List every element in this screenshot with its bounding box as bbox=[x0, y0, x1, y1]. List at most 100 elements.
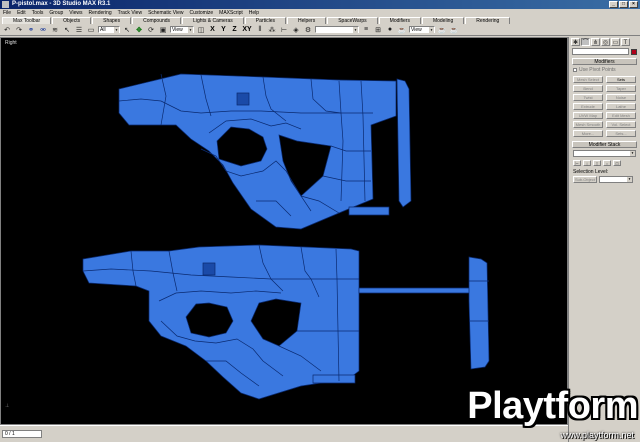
mirror-icon[interactable]: ⫴ bbox=[255, 25, 265, 35]
tab-particles[interactable]: Particles bbox=[244, 17, 286, 24]
quick-render-icon[interactable]: ☕ bbox=[437, 25, 447, 35]
selection-level-label: Selection Level: bbox=[573, 169, 609, 175]
move-icon[interactable]: ✥ bbox=[134, 25, 144, 35]
tab-lights-cameras[interactable]: Lights & Cameras bbox=[182, 17, 244, 24]
render-last-icon[interactable]: ☕ bbox=[449, 25, 459, 35]
maximize-button[interactable]: □ bbox=[619, 1, 628, 8]
bind-spacewarp-icon[interactable]: ≋ bbox=[50, 25, 60, 35]
modifier-stack-rollout-header[interactable]: Modifier Stack bbox=[572, 141, 637, 148]
object-name-field[interactable] bbox=[572, 48, 629, 55]
modifier-button[interactable]: Mesh Select bbox=[573, 76, 603, 83]
schematic-view-icon[interactable]: ⊞ bbox=[373, 25, 383, 35]
menu-customize[interactable]: Customize bbox=[190, 9, 214, 17]
hierarchy-tab-icon[interactable]: ⋔ bbox=[591, 38, 600, 46]
frame-slider[interactable]: 0 / 1 bbox=[2, 430, 42, 438]
object-color-swatch[interactable] bbox=[631, 48, 637, 55]
modifier-button[interactable]: UVW Map bbox=[573, 112, 603, 119]
region-select-icon[interactable]: ▭ bbox=[86, 25, 96, 35]
make-unique-icon[interactable]: ○ bbox=[603, 160, 611, 166]
align-icon[interactable]: ⊢ bbox=[279, 25, 289, 35]
redo-icon[interactable]: ↷ bbox=[14, 25, 24, 35]
modify-tab-icon[interactable]: ⌒ bbox=[581, 38, 590, 46]
link-icon[interactable]: ⚭ bbox=[26, 25, 36, 35]
active-inactive-icon[interactable]: | bbox=[583, 160, 591, 166]
menu-tools[interactable]: Tools bbox=[32, 9, 44, 17]
modifier-button[interactable]: Vol. Select bbox=[606, 121, 636, 128]
menu-file[interactable]: File bbox=[3, 9, 11, 17]
modifier-button[interactable]: Mesh Smooth bbox=[573, 121, 603, 128]
tab-modifiers[interactable]: Modifiers bbox=[378, 17, 421, 24]
sets-button[interactable]: Sets bbox=[606, 76, 636, 83]
snapshot-icon[interactable]: ◈ bbox=[291, 25, 301, 35]
menu-rendering[interactable]: Rendering bbox=[89, 9, 112, 17]
axis-x-button[interactable]: X bbox=[208, 26, 217, 33]
modifier-button[interactable]: Extrude bbox=[573, 103, 603, 110]
named-selection-icon[interactable]: ⚙ bbox=[303, 25, 313, 35]
pistol-mesh-top bbox=[118, 73, 412, 230]
tab-objects[interactable]: Objects bbox=[52, 17, 92, 24]
undo-icon[interactable]: ↶ bbox=[2, 25, 12, 35]
modifier-button[interactable]: Edit Mesh bbox=[606, 112, 636, 119]
modifier-button[interactable]: Bend bbox=[573, 85, 603, 92]
tab-helpers[interactable]: Helpers bbox=[286, 17, 327, 24]
rotate-icon[interactable]: ⟳ bbox=[146, 25, 156, 35]
playtform-watermark: Playtform www.playtform.net bbox=[426, 382, 638, 442]
render-scene-icon[interactable]: ☕ bbox=[397, 25, 407, 35]
tab-compounds[interactable]: Compounds bbox=[132, 17, 182, 24]
tab-modeling[interactable]: Modeling bbox=[421, 17, 465, 24]
unlink-icon[interactable]: ⚮ bbox=[38, 25, 48, 35]
modifier-button[interactable]: Taper bbox=[606, 85, 636, 92]
watermark-logo: Playtform bbox=[467, 385, 638, 427]
watermark-url: www.playtform.net bbox=[560, 430, 634, 440]
use-pivot-points-checkbox[interactable] bbox=[573, 68, 577, 72]
named-selection-set-dropdown[interactable] bbox=[315, 26, 359, 33]
axis-xy-button[interactable]: XY bbox=[241, 26, 253, 33]
viewport-right[interactable]: Right ⊥ bbox=[0, 37, 568, 425]
utilities-tab-icon[interactable]: T bbox=[621, 38, 630, 46]
modifier-button[interactable]: Sets... bbox=[606, 130, 636, 137]
minimize-button[interactable]: _ bbox=[609, 1, 618, 8]
display-tab-icon[interactable]: ▭ bbox=[611, 38, 620, 46]
tab-max-toolbar[interactable]: Max Toolbar bbox=[2, 17, 52, 24]
menu-group[interactable]: Group bbox=[49, 9, 63, 17]
scale-icon[interactable]: ▣ bbox=[158, 25, 168, 35]
modifier-button[interactable]: Twist bbox=[573, 94, 603, 101]
menu-schematic-view[interactable]: Schematic View bbox=[148, 9, 183, 17]
menu-views[interactable]: Views bbox=[69, 9, 82, 17]
motion-tab-icon[interactable]: ◎ bbox=[601, 38, 610, 46]
reference-coordinate-dropdown[interactable]: View bbox=[170, 26, 194, 33]
menu-bar: File Edit Tools Group Views Rendering Tr… bbox=[0, 9, 640, 17]
tab-spacewarps[interactable]: SpaceWarps bbox=[327, 17, 378, 24]
pivot-center-icon[interactable]: ◫ bbox=[196, 25, 206, 35]
track-view-icon[interactable]: ≡ bbox=[361, 25, 371, 35]
menu-track-view[interactable]: Track View bbox=[118, 9, 142, 17]
modifier-stack-dropdown[interactable] bbox=[573, 150, 636, 157]
close-button[interactable]: × bbox=[629, 1, 638, 8]
tab-rendering[interactable]: Rendering bbox=[465, 17, 511, 24]
show-end-result-icon[interactable]: ▯ bbox=[593, 160, 601, 166]
modifiers-rollout-header[interactable]: Modifiers bbox=[572, 58, 637, 65]
modifier-button[interactable]: Noise bbox=[606, 94, 636, 101]
select-by-name-icon[interactable]: ☰ bbox=[74, 25, 84, 35]
remove-modifier-icon[interactable]: ⊡ bbox=[613, 160, 621, 166]
axis-y-button[interactable]: Y bbox=[219, 26, 228, 33]
menu-help[interactable]: Help bbox=[249, 9, 259, 17]
render-type-dropdown[interactable]: View bbox=[409, 26, 435, 33]
menu-maxscript[interactable]: MAXScript bbox=[219, 9, 243, 17]
sub-object-button[interactable]: Sub-Object bbox=[573, 176, 597, 183]
sub-object-level-dropdown[interactable] bbox=[599, 176, 633, 183]
axis-tripod-icon: ⊥ bbox=[5, 403, 10, 409]
menu-edit[interactable]: Edit bbox=[17, 9, 26, 17]
axis-z-button[interactable]: Z bbox=[230, 26, 239, 33]
array-icon[interactable]: ⁂ bbox=[267, 25, 277, 35]
selection-filter-dropdown[interactable]: All bbox=[98, 26, 120, 33]
pin-stack-icon[interactable]: ⊢ bbox=[573, 160, 581, 166]
select-object-icon[interactable]: ↖ bbox=[62, 25, 72, 35]
app-icon[interactable] bbox=[2, 1, 9, 8]
select-move-icon[interactable]: ↖ bbox=[122, 25, 132, 35]
material-editor-icon[interactable]: ● bbox=[385, 25, 395, 35]
modifier-button[interactable]: Lathe bbox=[606, 103, 636, 110]
modifier-button[interactable]: More... bbox=[573, 130, 603, 137]
create-tab-icon[interactable]: ✱ bbox=[571, 38, 580, 46]
tab-shapes[interactable]: Shapes bbox=[92, 17, 132, 24]
